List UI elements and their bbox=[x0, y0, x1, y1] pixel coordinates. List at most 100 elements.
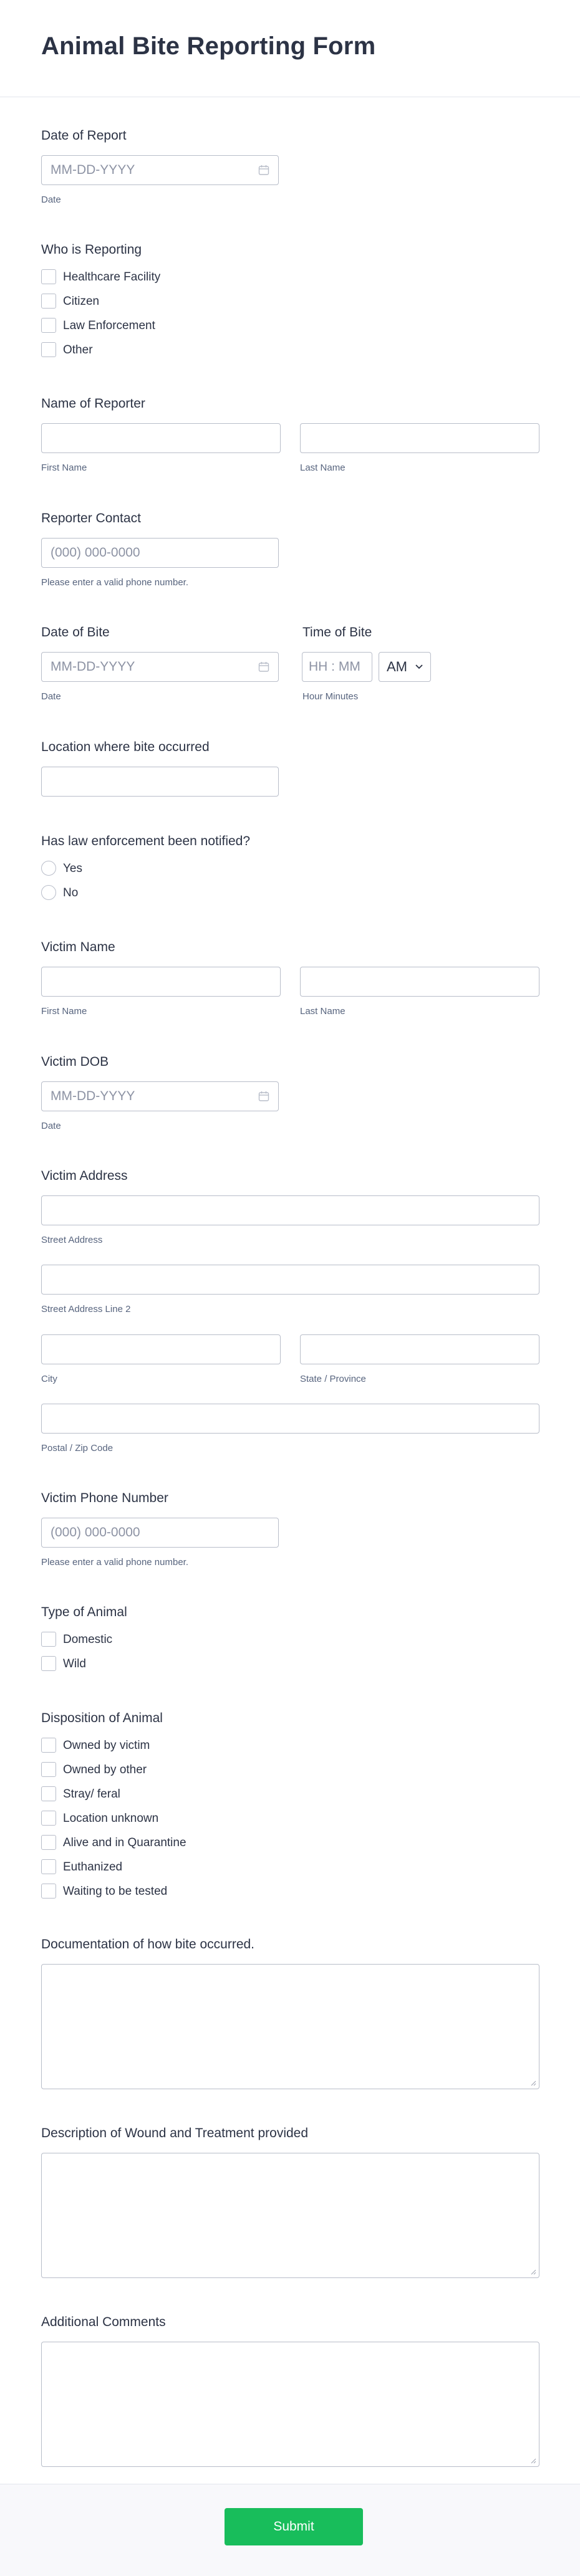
checkbox-citizen[interactable] bbox=[41, 294, 56, 309]
checkbox-stray-feral[interactable] bbox=[41, 1786, 56, 1801]
checkbox-location-unknown[interactable] bbox=[41, 1811, 56, 1826]
victim-dob-input[interactable]: MM-DD-YYYY bbox=[41, 1081, 279, 1111]
victim-dob-sublabel: Date bbox=[41, 1121, 61, 1131]
state-province-sublabel: State / Province bbox=[300, 1374, 366, 1384]
date-of-report-input[interactable]: MM-DD-YYYY bbox=[41, 155, 279, 185]
documentation-label: Documentation of how bite occurred. bbox=[41, 1937, 255, 1951]
checkbox-alive-quarantine[interactable] bbox=[41, 1835, 56, 1850]
radio-yes[interactable] bbox=[41, 861, 56, 876]
time-of-bite-input[interactable]: HH : MM bbox=[302, 652, 372, 682]
calendar-icon[interactable] bbox=[258, 1091, 269, 1102]
date-of-bite-label: Date of Bite bbox=[41, 625, 110, 639]
option-location-unknown: Location unknown bbox=[63, 1812, 159, 1825]
date-of-bite-sublabel: Date bbox=[41, 691, 61, 702]
documentation-textarea[interactable] bbox=[41, 1964, 539, 2089]
option-waiting-tested: Waiting to be tested bbox=[63, 1885, 168, 1898]
date-of-report-placeholder: MM-DD-YYYY bbox=[51, 163, 135, 177]
victim-name-label: Victim Name bbox=[41, 940, 115, 954]
date-of-report-label: Date of Report bbox=[41, 128, 127, 143]
victim-dob-label: Victim DOB bbox=[41, 1055, 109, 1069]
victim-last-name-input[interactable] bbox=[300, 967, 539, 997]
reporter-contact-placeholder: (000) 000-0000 bbox=[51, 545, 140, 560]
checkbox-waiting-tested[interactable] bbox=[41, 1884, 56, 1898]
reporter-last-name-input[interactable] bbox=[300, 423, 539, 453]
disposition-label: Disposition of Animal bbox=[41, 1711, 163, 1725]
location-input[interactable] bbox=[41, 767, 279, 797]
checkbox-owned-by-victim[interactable] bbox=[41, 1738, 56, 1753]
time-of-bite-sublabel: Hour Minutes bbox=[302, 691, 359, 702]
location-label: Location where bite occurred bbox=[41, 740, 210, 754]
reporter-last-name-sublabel: Last Name bbox=[300, 462, 346, 473]
victim-last-name-sublabel: Last Name bbox=[300, 1006, 346, 1017]
city-input[interactable] bbox=[41, 1334, 281, 1364]
type-of-animal-label: Type of Animal bbox=[41, 1605, 127, 1619]
victim-address-label: Victim Address bbox=[41, 1169, 128, 1183]
date-of-report-sublabel: Date bbox=[41, 194, 61, 205]
resize-grip-icon[interactable] bbox=[530, 2269, 536, 2275]
who-is-reporting-label: Who is Reporting bbox=[41, 242, 142, 257]
checkbox-law-enforcement[interactable] bbox=[41, 318, 56, 333]
option-stray-feral: Stray/ feral bbox=[63, 1788, 120, 1801]
date-of-bite-placeholder: MM-DD-YYYY bbox=[51, 659, 135, 674]
name-of-reporter-label: Name of Reporter bbox=[41, 396, 145, 411]
street-address-sublabel: Street Address bbox=[41, 1235, 103, 1245]
checkbox-owned-by-other[interactable] bbox=[41, 1762, 56, 1777]
checkbox-healthcare-facility[interactable] bbox=[41, 269, 56, 284]
resize-grip-icon[interactable] bbox=[530, 2080, 536, 2086]
option-alive-quarantine: Alive and in Quarantine bbox=[63, 1836, 186, 1849]
postal-zip-sublabel: Postal / Zip Code bbox=[41, 1443, 114, 1453]
city-sublabel: City bbox=[41, 1374, 57, 1384]
checkbox-domestic[interactable] bbox=[41, 1632, 56, 1647]
additional-comments-label: Additional Comments bbox=[41, 2315, 166, 2329]
victim-dob-placeholder: MM-DD-YYYY bbox=[51, 1089, 135, 1103]
option-other: Other bbox=[63, 343, 93, 357]
date-of-bite-input[interactable]: MM-DD-YYYY bbox=[41, 652, 279, 682]
reporter-contact-input[interactable]: (000) 000-0000 bbox=[41, 538, 279, 568]
wound-description-textarea[interactable] bbox=[41, 2153, 539, 2278]
reporter-contact-sublabel: Please enter a valid phone number. bbox=[41, 577, 188, 588]
victim-first-name-sublabel: First Name bbox=[41, 1006, 87, 1017]
option-owned-by-other: Owned by other bbox=[63, 1763, 147, 1776]
option-no: No bbox=[63, 886, 79, 899]
ampm-value: AM bbox=[387, 659, 407, 674]
wound-description-label: Description of Wound and Treatment provi… bbox=[41, 2126, 309, 2140]
victim-phone-label: Victim Phone Number bbox=[41, 1491, 168, 1505]
option-yes: Yes bbox=[63, 862, 82, 875]
time-of-bite-placeholder: HH : MM bbox=[309, 659, 360, 674]
victim-phone-placeholder: (000) 000-0000 bbox=[51, 1525, 140, 1539]
ampm-select[interactable]: AM bbox=[379, 652, 431, 682]
option-owned-by-victim: Owned by victim bbox=[63, 1739, 150, 1752]
street-address-input[interactable] bbox=[41, 1195, 539, 1225]
postal-zip-input[interactable] bbox=[41, 1404, 539, 1434]
option-wild: Wild bbox=[63, 1657, 86, 1670]
option-healthcare-facility: Healthcare Facility bbox=[63, 271, 161, 284]
reporter-first-name-input[interactable] bbox=[41, 423, 281, 453]
form-header: Animal Bite Reporting Form bbox=[0, 0, 580, 97]
resize-grip-icon[interactable] bbox=[530, 2458, 536, 2464]
option-euthanized: Euthanized bbox=[63, 1860, 123, 1874]
law-enforcement-label: Has law enforcement been notified? bbox=[41, 834, 251, 848]
victim-phone-input[interactable]: (000) 000-0000 bbox=[41, 1518, 279, 1548]
state-province-input[interactable] bbox=[300, 1334, 539, 1364]
checkbox-wild[interactable] bbox=[41, 1656, 56, 1671]
option-law-enforcement: Law Enforcement bbox=[63, 319, 155, 332]
checkbox-euthanized[interactable] bbox=[41, 1859, 56, 1874]
option-citizen: Citizen bbox=[63, 295, 100, 308]
victim-first-name-input[interactable] bbox=[41, 967, 281, 997]
time-of-bite-label: Time of Bite bbox=[302, 625, 372, 639]
checkbox-other[interactable] bbox=[41, 342, 56, 357]
radio-no[interactable] bbox=[41, 885, 56, 900]
street-address-line2-input[interactable] bbox=[41, 1265, 539, 1295]
option-domestic: Domestic bbox=[63, 1633, 113, 1646]
submit-button[interactable]: Submit bbox=[225, 2508, 363, 2545]
form-page: Animal Bite Reporting Form Date of Repor… bbox=[0, 0, 580, 2576]
page-title: Animal Bite Reporting Form bbox=[41, 32, 376, 60]
calendar-icon[interactable] bbox=[258, 661, 269, 673]
reporter-contact-label: Reporter Contact bbox=[41, 511, 141, 525]
chevron-down-icon bbox=[415, 664, 423, 669]
street-address-line2-sublabel: Street Address Line 2 bbox=[41, 1304, 131, 1314]
calendar-icon[interactable] bbox=[258, 165, 269, 176]
victim-phone-sublabel: Please enter a valid phone number. bbox=[41, 1557, 188, 1568]
reporter-first-name-sublabel: First Name bbox=[41, 462, 87, 473]
additional-comments-textarea[interactable] bbox=[41, 2342, 539, 2467]
